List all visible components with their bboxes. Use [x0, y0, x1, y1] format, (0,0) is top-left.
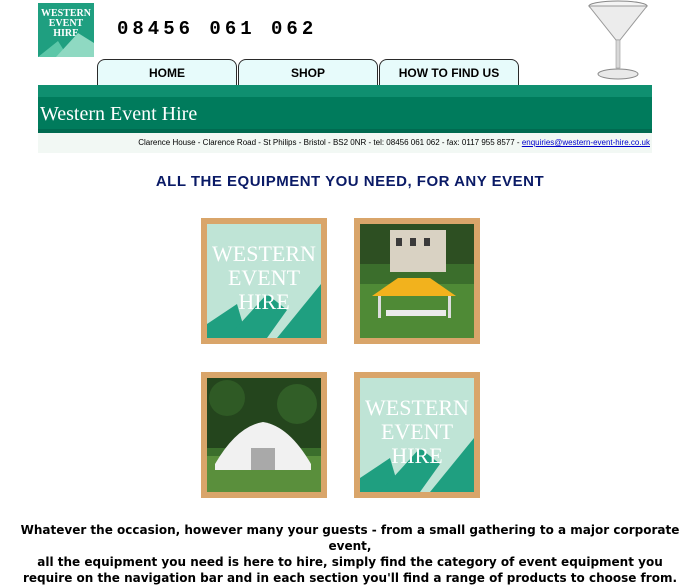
phone-number: 08456 061 062 [117, 18, 318, 40]
logo-stripes-icon [38, 33, 94, 57]
tile-photo-gazebo [354, 218, 480, 344]
address-bar: Clarence House - Clarence Road - St Phil… [38, 133, 652, 153]
brand-title: Western Event Hire [40, 103, 198, 125]
header-band-top [38, 85, 652, 97]
page-headline: ALL THE EQUIPMENT YOU NEED, FOR ANY EVEN… [155, 173, 545, 190]
tile-logo-text: WESTERN EVENT HIRE [365, 395, 469, 468]
site-logo[interactable]: WESTERN EVENT HIRE [38, 3, 94, 57]
address-text: Clarence House - Clarence Road - St Phil… [138, 138, 522, 147]
tab-home[interactable]: HOME [97, 59, 237, 85]
email-link[interactable]: enquiries@western-event-hire.co.uk [522, 138, 650, 147]
tab-how-to-find-us[interactable]: HOW TO FIND US [379, 59, 519, 85]
tile-logo-text: WESTERN EVENT HIRE [212, 241, 316, 314]
gazebo-photo [360, 224, 474, 338]
intro-paragraph: Whatever the occasion, however many your… [20, 523, 680, 585]
tile-photo-marquee [201, 372, 327, 498]
martini-glass-icon [587, 0, 649, 80]
tile-logo-2: WESTERN EVENT HIRE [354, 372, 480, 498]
marquee-photo [207, 378, 321, 492]
tab-shop[interactable]: SHOP [238, 59, 378, 85]
tile-logo-1: WESTERN EVENT HIRE [201, 218, 327, 344]
